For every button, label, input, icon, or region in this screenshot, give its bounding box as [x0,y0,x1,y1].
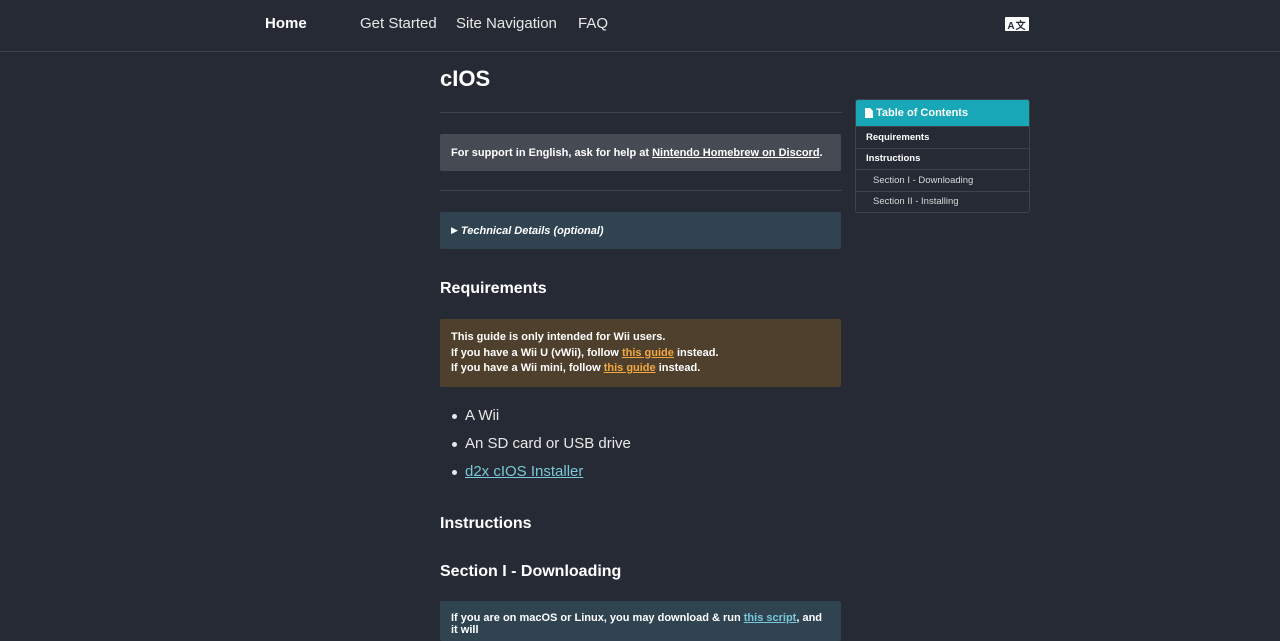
wii-mini-guide-link[interactable]: this guide [604,362,656,374]
toc-item-section-1[interactable]: Section I - Downloading [856,169,1029,191]
warning-line-3: If you have a Wii mini, follow [451,362,604,374]
script-link[interactable]: this script [744,612,797,624]
info-text: If you are on macOS or Linux, you may do… [451,612,744,624]
toc-item-section-2[interactable]: Section II - Installing [856,190,1029,212]
warning-line-2-suffix: instead. [673,346,719,359]
macos-linux-notice: If you are on macOS or Linux, you may do… [440,601,841,641]
warning-line-2: If you have a Wii U (vWii), follow [451,346,622,359]
instructions-heading: Instructions [440,515,532,532]
wii-only-warning: This guide is only intended for Wii user… [440,319,841,387]
toc-item-requirements[interactable]: Requirements [856,126,1029,148]
warning-line-1: This guide is only intended for Wii user… [451,331,666,343]
masthead: Home Get Started Site Navigation FAQ A文 [0,0,1280,52]
list-item: A Wii [440,406,631,434]
requirements-list: A Wii An SD card or USB drive d2x cIOS I… [440,406,631,490]
expand-arrow-icon: ▶ [451,225,458,235]
d2x-cios-installer-link[interactable]: d2x cIOS Installer [465,463,583,480]
discord-link[interactable]: Nintendo Homebrew on Discord [652,147,819,159]
vwii-guide-link[interactable]: this guide [622,347,674,359]
divider [440,112,842,113]
toc-title: Table of Contents [876,107,969,119]
technical-details-toggle[interactable]: ▶ Technical Details (optional) [440,212,841,249]
nav-site-navigation[interactable]: Site Navigation [456,15,557,32]
section-1-heading: Section I - Downloading [440,563,622,580]
list-item: An SD card or USB drive [440,434,631,462]
requirements-heading: Requirements [440,280,547,297]
nav-faq[interactable]: FAQ [578,15,608,32]
home-link[interactable]: Home [265,15,307,32]
technical-details-label: Technical Details (optional) [460,224,604,237]
toc-header: Table of Contents [856,100,1029,126]
requirement-wii: A Wii [465,407,500,424]
support-notice: For support in English, ask for help at … [440,134,841,171]
requirement-sd-card: An SD card or USB drive [465,435,631,452]
translate-icon[interactable]: A文 [1005,17,1029,32]
page-title: cIOS [440,66,491,91]
nav-get-started[interactable]: Get Started [360,15,437,32]
warning-line-3-suffix: instead. [655,362,701,374]
support-notice-text: For support in English, ask for help at [451,146,653,159]
list-item: d2x cIOS Installer [440,462,631,490]
support-notice-suffix: . [819,146,823,159]
table-of-contents: Table of Contents Requirements Instructi… [855,99,1030,213]
document-icon [865,108,873,118]
toc-item-instructions[interactable]: Instructions [856,147,1029,169]
divider [440,190,842,191]
